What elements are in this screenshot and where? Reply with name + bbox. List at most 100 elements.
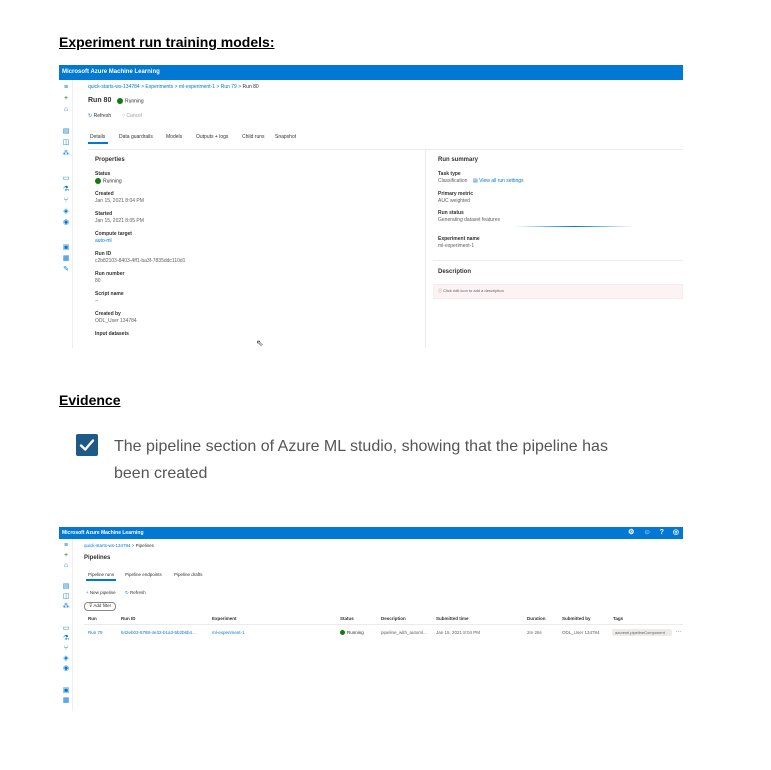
datasets-icon[interactable]: ▭	[62, 175, 70, 182]
home-icon[interactable]: ⌂	[62, 562, 70, 569]
col-run-id[interactable]: Run ID	[121, 616, 136, 622]
tab-data-guardrails[interactable]: Data guardrails	[119, 134, 153, 140]
help-icon[interactable]: ?	[660, 527, 664, 539]
tab-pipeline-runs[interactable]: Pipeline runs	[88, 572, 114, 578]
endpoints-icon[interactable]: ◉	[62, 219, 70, 226]
notebook-icon[interactable]: ▤	[62, 583, 70, 590]
menu-icon[interactable]: ≡	[62, 542, 70, 549]
azure-ml-topbar: Microsoft Azure Machine Learning	[59, 65, 683, 80]
prop-created-label: Created	[95, 191, 114, 197]
tab-child-runs[interactable]: Child runs	[242, 134, 265, 140]
refresh-icon: ↻	[88, 113, 93, 119]
models-icon[interactable]: ◈	[62, 208, 70, 215]
prop-created-value: Jan 15, 2021 8:04 PM	[95, 198, 144, 204]
breadcrumb: quick-starts-ws-134784 > Pipelines	[84, 543, 154, 548]
settings-icon: ▤	[473, 178, 478, 184]
breadcrumb-current: Run 80	[242, 84, 259, 90]
row-run-id-link[interactable]: 642eb03-8788-4e32-b1a3-5b2b6b4...	[121, 630, 196, 636]
account-icon[interactable]: ◎	[673, 527, 679, 539]
running-icon	[95, 178, 101, 184]
automl-icon[interactable]: ◫	[62, 139, 70, 146]
automl-icon[interactable]: ◫	[62, 593, 70, 600]
breadcrumb-experiments[interactable]: Experiments	[145, 84, 173, 90]
azure-ml-topbar: Microsoft Azure Machine Learning ⚙ ☺ ? ◎	[59, 527, 683, 539]
labeling-icon[interactable]: ✎	[62, 266, 70, 273]
endpoints-icon[interactable]: ◉	[62, 665, 70, 672]
experiment-name-value: ml-experiment-1	[438, 243, 475, 249]
more-options-icon[interactable]: ···	[676, 629, 681, 635]
breadcrumb: quick-starts-ws-134784 > Experiments > m…	[88, 84, 259, 90]
col-duration[interactable]: Duration	[527, 616, 546, 622]
breadcrumb-parent-run[interactable]: Run 79	[221, 84, 237, 90]
run-status-value: Generating dataset features	[438, 217, 500, 223]
compute-icon[interactable]: ▣	[62, 244, 70, 251]
col-tags[interactable]: Tags	[613, 616, 623, 622]
row-tag: azureml.pipelineComponent	[615, 630, 665, 635]
experiments-icon[interactable]: ⚗	[62, 186, 70, 193]
new-pipeline-button[interactable]: + New pipeline	[86, 590, 116, 596]
breadcrumb-workspace[interactable]: quick-starts-ws-134784	[84, 543, 131, 548]
prop-started-value: Jan 15, 2021 8:05 PM	[95, 218, 144, 224]
experiment-name-label: Experiment name	[438, 236, 480, 242]
run-status-text: Running	[125, 98, 144, 105]
prop-compute-link[interactable]: auto-ml	[95, 238, 112, 244]
plus-icon[interactable]: +	[62, 95, 70, 102]
tab-details[interactable]: Details	[90, 134, 105, 140]
prop-status-label: Status	[95, 171, 111, 177]
pipelines-icon[interactable]: ⑂	[62, 645, 70, 652]
col-experiment[interactable]: Experiment	[212, 616, 237, 622]
task-type-value: Classification	[438, 178, 468, 184]
tab-models[interactable]: Models	[166, 134, 182, 140]
cancel-label: Cancel	[126, 113, 142, 119]
primary-metric-label: Primary metric	[438, 191, 474, 197]
home-icon[interactable]: ⌂	[62, 106, 70, 113]
designer-icon[interactable]: ⁂	[62, 150, 70, 157]
breadcrumb-experiment[interactable]: ml-experiment-1	[179, 84, 215, 90]
models-icon[interactable]: ◈	[62, 655, 70, 662]
tab-outputs-logs[interactable]: Outputs + logs	[196, 134, 228, 140]
col-submitted-time[interactable]: Submitted time	[436, 616, 469, 622]
app-title: Microsoft Azure Machine Learning	[62, 69, 160, 75]
description-title: Description	[438, 269, 472, 275]
app-title: Microsoft Azure Machine Learning	[62, 530, 144, 536]
datastores-icon[interactable]: ▦	[62, 697, 70, 704]
row-duration: 2m 26s	[527, 630, 542, 635]
refresh-button[interactable]: ↻ Refresh	[88, 113, 111, 119]
compute-icon[interactable]: ▣	[62, 687, 70, 694]
designer-icon[interactable]: ⁂	[62, 603, 70, 610]
datasets-icon[interactable]: ▭	[62, 625, 70, 632]
datastores-icon[interactable]: ▦	[62, 255, 70, 262]
settings-icon[interactable]: ⚙	[628, 527, 634, 539]
run-status-badge: Running	[117, 98, 144, 104]
notebook-icon[interactable]: ▤	[62, 128, 70, 135]
pipelines-icon[interactable]: ⑂	[62, 197, 70, 204]
row-description: pipeline_with_automl...	[381, 630, 427, 635]
active-tab-indicator	[88, 142, 108, 144]
col-description[interactable]: Description	[381, 616, 406, 622]
row-run-link[interactable]: Run 79	[88, 630, 103, 636]
cancel-button[interactable]: ○ Cancel	[122, 113, 142, 119]
description-hint-text: Click edit icon to add a description	[443, 288, 504, 293]
run-status-label: Run status	[438, 210, 464, 216]
menu-icon[interactable]: ≡	[62, 84, 70, 91]
breadcrumb-workspace[interactable]: quick-starts-ws-134784	[88, 84, 140, 90]
view-run-settings-link[interactable]: ▤ View all run settings	[473, 178, 524, 184]
col-status[interactable]: Status	[340, 616, 354, 622]
prop-inputdatasets-label: Input datasets	[95, 331, 129, 337]
col-run[interactable]: Run	[88, 616, 97, 622]
tab-pipeline-endpoints[interactable]: Pipeline endpoints	[125, 572, 162, 578]
refresh-button[interactable]: ↻ Refresh	[125, 590, 146, 596]
row-submitted-time: Jan 15, 2021 8:04 PM	[436, 630, 481, 635]
row-status-text: Running	[347, 630, 364, 635]
col-submitted-by[interactable]: Submitted by	[562, 616, 591, 622]
topbar-icons: ⚙ ☺ ? ◎	[628, 527, 679, 539]
tab-pipeline-drafts[interactable]: Pipeline drafts	[174, 572, 203, 578]
filter-icon: ⊽	[89, 603, 93, 608]
plus-icon[interactable]: +	[62, 552, 70, 559]
feedback-icon[interactable]: ☺	[643, 527, 650, 539]
experiments-icon[interactable]: ⚗	[62, 635, 70, 642]
add-filter-text: Add filter	[93, 603, 112, 608]
mouse-cursor-icon: ⇖	[256, 338, 264, 348]
tab-snapshot[interactable]: Snapshot	[275, 134, 296, 140]
row-experiment-link[interactable]: ml-experiment-1	[212, 630, 245, 636]
